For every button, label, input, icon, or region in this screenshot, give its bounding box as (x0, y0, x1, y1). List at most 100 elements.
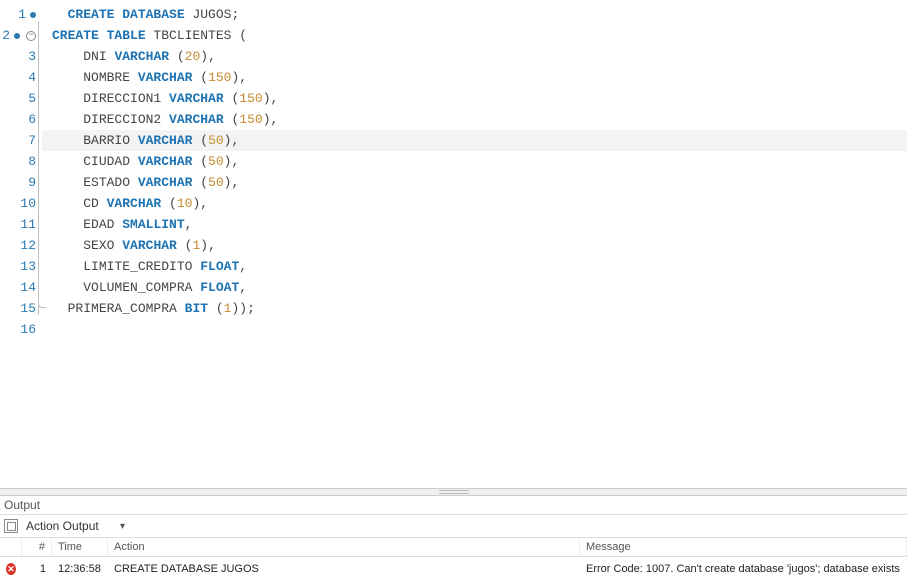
code-line[interactable]: DIRECCION1 VARCHAR (150), (42, 88, 907, 109)
token-pn: , (239, 70, 247, 85)
line-number: 1 (18, 4, 26, 25)
gutter-row[interactable]: 6 (0, 109, 36, 130)
line-number: 15 (20, 298, 36, 319)
code-line[interactable]: ESTADO VARCHAR (50), (42, 172, 907, 193)
token-kw: CREATE (68, 7, 123, 22)
line-gutter: 12−345678910111213141516 (0, 0, 42, 488)
line-number: 6 (28, 109, 36, 130)
code-line[interactable]: VOLUMEN_COMPRA FLOAT, (42, 277, 907, 298)
col-num[interactable]: # (22, 538, 52, 556)
token-tok: VOLUMEN_COMPRA (83, 280, 200, 295)
pane-splitter[interactable] (0, 488, 907, 496)
token-num: 20 (185, 49, 201, 64)
token-tok: DNI (83, 49, 114, 64)
gutter-row[interactable]: 12 (0, 235, 36, 256)
gutter-row[interactable]: 4 (0, 67, 36, 88)
row-time: 12:36:58 (52, 557, 108, 581)
breakpoint-dot-icon[interactable] (30, 12, 36, 18)
token-pn: ) (263, 91, 271, 106)
output-grid-header: # Time Action Message (0, 538, 907, 557)
gutter-row[interactable]: 15 (0, 298, 36, 319)
token-pn: , (239, 280, 247, 295)
error-icon: ✕ (6, 563, 16, 575)
code-line[interactable]: PRIMERA_COMPRA BIT (1)); (42, 298, 907, 319)
output-type-select[interactable]: Action Output (24, 518, 114, 534)
gutter-row[interactable]: 14 (0, 277, 36, 298)
token-kw: VARCHAR (138, 70, 200, 85)
sql-editor[interactable]: 12−345678910111213141516 CREATE DATABASE… (0, 0, 907, 488)
token-tok: NOMBRE (83, 70, 138, 85)
code-line[interactable]: CD VARCHAR (10), (42, 193, 907, 214)
token-pn: , (208, 49, 216, 64)
output-toolbar: Action Output ▾ (0, 515, 907, 538)
token-pn: ( (239, 28, 247, 43)
token-num: 50 (208, 133, 224, 148)
token-pn: , (208, 238, 216, 253)
token-num: 50 (208, 175, 224, 190)
code-line[interactable]: DIRECCION2 VARCHAR (150), (42, 109, 907, 130)
code-line[interactable]: CREATE TABLE TBCLIENTES ( (42, 25, 907, 46)
token-tok: DIRECCION1 (83, 91, 169, 106)
token-pn: , (271, 91, 279, 106)
gutter-row[interactable]: 16 (0, 319, 36, 340)
line-number: 16 (20, 319, 36, 340)
output-row[interactable]: ✕ 1 12:36:58 CREATE DATABASE JUGOS Error… (0, 557, 907, 581)
code-line[interactable]: CREATE DATABASE JUGOS; (42, 4, 907, 25)
code-line[interactable]: NOMBRE VARCHAR (150), (42, 67, 907, 88)
code-line[interactable]: EDAD SMALLINT, (42, 214, 907, 235)
token-pn: ( (200, 175, 208, 190)
token-pn: , (239, 259, 247, 274)
gutter-row[interactable]: 1 (0, 4, 36, 25)
gutter-row[interactable]: 5 (0, 88, 36, 109)
col-time[interactable]: Time (52, 538, 108, 556)
output-panel: Output Action Output ▾ # Time Action Mes… (0, 496, 907, 581)
line-number: 2 (2, 25, 10, 46)
row-action: CREATE DATABASE JUGOS (108, 557, 580, 581)
token-pn: , (271, 112, 279, 127)
code-line[interactable]: DNI VARCHAR (20), (42, 46, 907, 67)
token-kw: FLOAT (200, 280, 239, 295)
token-num: 150 (239, 112, 262, 127)
code-line[interactable]: LIMITE_CREDITO FLOAT, (42, 256, 907, 277)
output-layout-icon[interactable] (4, 519, 18, 533)
gutter-row[interactable]: 8 (0, 151, 36, 172)
gutter-row[interactable]: 3 (0, 46, 36, 67)
code-line[interactable] (42, 319, 907, 340)
token-tok: BARRIO (83, 133, 138, 148)
code-line[interactable]: SEXO VARCHAR (1), (42, 235, 907, 256)
code-area[interactable]: CREATE DATABASE JUGOS;CREATE TABLE TBCLI… (42, 0, 907, 488)
chevron-down-icon[interactable]: ▾ (120, 521, 125, 532)
token-pn: ( (177, 49, 185, 64)
output-grid: # Time Action Message ✕ 1 12:36:58 CREAT… (0, 538, 907, 581)
code-line[interactable]: BARRIO VARCHAR (50), (42, 130, 907, 151)
line-number: 5 (28, 88, 36, 109)
gutter-row[interactable]: 10 (0, 193, 36, 214)
col-message[interactable]: Message (580, 538, 907, 556)
row-message: Error Code: 1007. Can't create database … (580, 557, 907, 581)
token-kw: VARCHAR (114, 49, 176, 64)
line-number: 10 (20, 193, 36, 214)
fold-ruler (38, 21, 39, 315)
line-number: 11 (20, 214, 36, 235)
gutter-row[interactable]: 2− (0, 25, 36, 46)
token-kw: VARCHAR (138, 154, 200, 169)
col-action[interactable]: Action (108, 538, 580, 556)
token-pn: ( (200, 154, 208, 169)
line-number: 12 (20, 235, 36, 256)
token-tok: LIMITE_CREDITO (83, 259, 200, 274)
line-number: 14 (20, 277, 36, 298)
token-tok: PRIMERA_COMPRA (68, 301, 185, 316)
gutter-row[interactable]: 13 (0, 256, 36, 277)
line-number: 7 (28, 130, 36, 151)
fold-toggle-icon[interactable]: − (26, 31, 36, 41)
code-line[interactable]: CIUDAD VARCHAR (50), (42, 151, 907, 172)
token-pn: , (231, 133, 239, 148)
breakpoint-dot-icon[interactable] (14, 33, 20, 39)
line-number: 3 (28, 46, 36, 67)
token-pn: , (200, 196, 208, 211)
gutter-row[interactable]: 7 (0, 130, 36, 151)
gutter-row[interactable]: 9 (0, 172, 36, 193)
token-num: 50 (208, 154, 224, 169)
gutter-row[interactable]: 11 (0, 214, 36, 235)
line-number: 13 (20, 256, 36, 277)
